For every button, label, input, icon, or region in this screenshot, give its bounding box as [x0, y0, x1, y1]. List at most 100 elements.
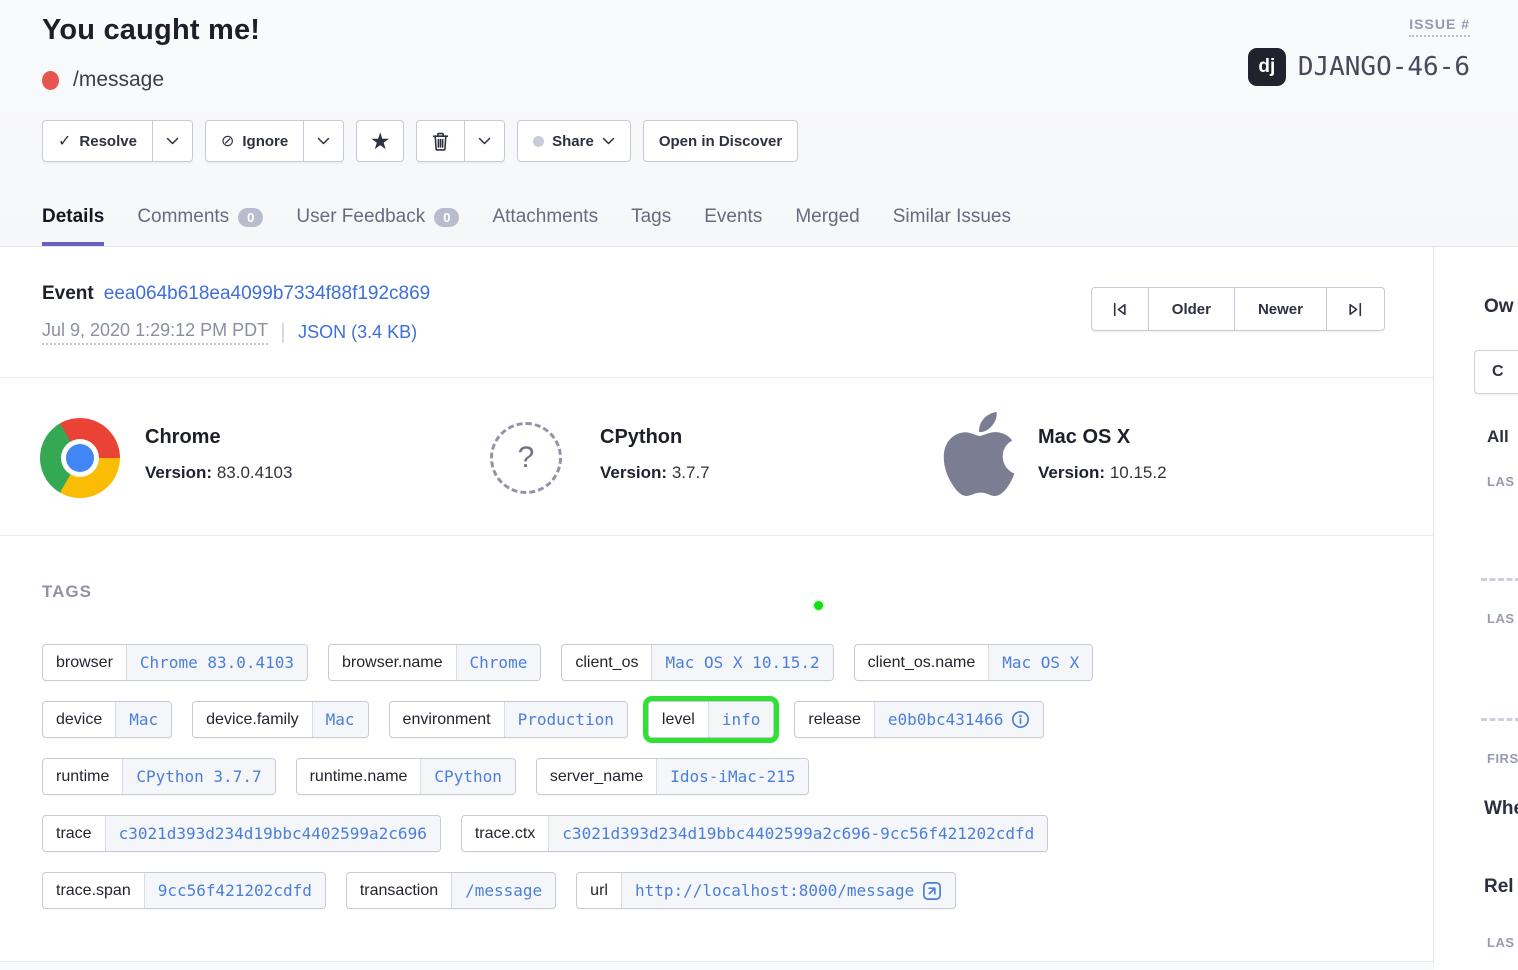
tag-key: level	[649, 702, 708, 737]
right-sidebar: Ow C All LAS LAS FIRS Whe Rel LAS	[1434, 247, 1518, 970]
tag-key: runtime	[43, 759, 122, 794]
tag-key: transaction	[347, 873, 451, 908]
tag-value: Production	[518, 710, 614, 729]
tab-details[interactable]: Details	[42, 188, 104, 246]
tag-value-link[interactable]: Mac OS X 10.15.2	[651, 645, 832, 680]
tag-key: browser.name	[329, 645, 456, 680]
chevron-down-icon	[478, 137, 491, 146]
tab-label: User Feedback	[296, 206, 425, 228]
external-link-icon[interactable]	[922, 881, 942, 901]
tag-value-link[interactable]: Mac OS X	[988, 645, 1092, 680]
tag-key: trace.span	[43, 873, 144, 908]
tag-value: CPython 3.7.7	[136, 767, 261, 786]
tag-value-link[interactable]: CPython	[420, 759, 514, 794]
tab-events[interactable]: Events	[704, 188, 762, 246]
tab-tags[interactable]: Tags	[631, 188, 671, 246]
tag-row: trace c3021d393d234d19bbc4402599a2c696 t…	[42, 815, 1433, 852]
resolve-button[interactable]: ✓ Resolve	[42, 120, 153, 162]
tab-user-feedback[interactable]: User Feedback 0	[296, 188, 459, 246]
tag-value-link[interactable]: Chrome	[456, 645, 541, 680]
tag-value-link[interactable]: Mac	[115, 702, 171, 737]
trash-icon	[432, 132, 449, 151]
tag-device: device Mac	[42, 701, 172, 738]
culprit-row: /message	[42, 68, 164, 92]
ignore-dropdown-button[interactable]	[304, 120, 344, 162]
runtime-context: CPython Version: 3.7.7	[600, 426, 710, 483]
event-id-row: Event eea064b618ea4099b7334f88f192c869	[42, 283, 430, 305]
newest-event-button[interactable]	[1327, 287, 1385, 331]
tag-url: url http://localhost:8000/message	[576, 872, 956, 909]
sidebar-sparkline-dash	[1481, 718, 1518, 721]
tag-row: browser Chrome 83.0.4103 browser.name Ch…	[42, 644, 1433, 681]
delete-button[interactable]	[416, 120, 465, 162]
tag-runtime: runtime CPython 3.7.7	[42, 758, 276, 795]
tag-browser-name: browser.name Chrome	[328, 644, 541, 681]
resolve-button-group: ✓ Resolve	[42, 120, 193, 162]
tab-similar-issues[interactable]: Similar Issues	[893, 188, 1011, 246]
tag-value-link[interactable]: 9cc56f421202cdfd	[144, 873, 325, 908]
issue-number-label: ISSUE #	[1409, 16, 1470, 37]
resolve-dropdown-button[interactable]	[153, 120, 193, 162]
issue-tabs: Details Comments 0 User Feedback 0 Attac…	[42, 188, 1011, 246]
comments-count-badge: 0	[238, 208, 263, 227]
event-id-link[interactable]: eea064b618ea4099b7334f88f192c869	[104, 283, 431, 305]
open-in-discover-label: Open in Discover	[659, 133, 782, 150]
share-label: Share	[552, 133, 594, 150]
tags-section: TAGS browser Chrome 83.0.4103 browser.na…	[0, 536, 1433, 962]
open-in-discover-button[interactable]: Open in Discover	[643, 120, 798, 162]
bookmark-star-button[interactable]: ★	[356, 120, 404, 162]
browser-context: Chrome Version: 83.0.4103	[145, 426, 292, 483]
tag-value-link[interactable]: info	[708, 702, 774, 737]
share-button[interactable]: Share	[517, 120, 631, 162]
sidebar-last-label: LAS	[1487, 474, 1515, 489]
culprit-path: /message	[73, 68, 164, 92]
tag-key: server_name	[537, 759, 656, 794]
version-label: Version:	[1038, 463, 1105, 482]
sidebar-button[interactable]: C	[1474, 350, 1518, 394]
tag-value-link[interactable]: Idos-iMac-215	[656, 759, 808, 794]
tag-value-link[interactable]: http://localhost:8000/message	[621, 873, 955, 908]
browser-name: Chrome	[145, 426, 292, 449]
sidebar-last-label: LAS	[1487, 935, 1515, 950]
tab-label: Events	[704, 206, 762, 228]
tab-merged[interactable]: Merged	[795, 188, 859, 246]
tag-value: info	[722, 710, 761, 729]
tag-value: CPython	[434, 767, 501, 786]
tag-value-link[interactable]: Production	[504, 702, 627, 737]
ignore-button[interactable]: ⊘ Ignore	[205, 120, 304, 162]
tag-server-name: server_name Idos-iMac-215	[536, 758, 810, 795]
tag-value-link[interactable]: /message	[451, 873, 555, 908]
oldest-event-button[interactable]	[1091, 287, 1149, 331]
tab-comments[interactable]: Comments 0	[137, 188, 263, 246]
tag-value-link[interactable]: Mac	[312, 702, 368, 737]
newer-event-button[interactable]: Newer	[1235, 287, 1327, 331]
event-label: Event	[42, 283, 94, 305]
tab-label: Tags	[631, 206, 671, 228]
event-json-link[interactable]: JSON (3.4 KB)	[298, 322, 417, 343]
tag-rows: browser Chrome 83.0.4103 browser.name Ch…	[42, 644, 1433, 909]
main-column: Event eea064b618ea4099b7334f88f192c869 J…	[0, 247, 1434, 970]
event-meta-row: Jul 9, 2020 1:29:12 PM PDT JSON (3.4 KB)	[42, 320, 417, 345]
circle-slash-icon: ⊘	[221, 131, 234, 151]
info-icon[interactable]	[1011, 710, 1030, 729]
tag-value-link[interactable]: e0b0bc431466	[874, 702, 1044, 737]
delete-dropdown-button[interactable]	[465, 120, 505, 162]
tag-value: Idos-iMac-215	[670, 767, 795, 786]
tag-value-link[interactable]: Chrome 83.0.4103	[126, 645, 307, 680]
tag-key: device.family	[193, 702, 311, 737]
sidebar-last-label: LAS	[1487, 611, 1515, 626]
tag-value-link[interactable]: CPython 3.7.7	[122, 759, 274, 794]
chevron-down-icon	[317, 137, 330, 146]
tag-value-link[interactable]: c3021d393d234d19bbc4402599a2c696-9cc56f4…	[548, 816, 1047, 851]
older-event-button[interactable]: Older	[1149, 287, 1235, 331]
user-feedback-count-badge: 0	[434, 208, 459, 227]
runtime-name: CPython	[600, 426, 710, 449]
tag-value: Mac	[326, 710, 355, 729]
error-level-dot	[42, 71, 59, 90]
tag-value-link[interactable]: c3021d393d234d19bbc4402599a2c696	[105, 816, 440, 851]
page-title: You caught me!	[42, 14, 260, 47]
sidebar-first-label: FIRS	[1487, 751, 1518, 766]
apple-logo-icon	[943, 406, 1015, 502]
chrome-browser-icon	[40, 418, 120, 498]
tab-attachments[interactable]: Attachments	[492, 188, 598, 246]
